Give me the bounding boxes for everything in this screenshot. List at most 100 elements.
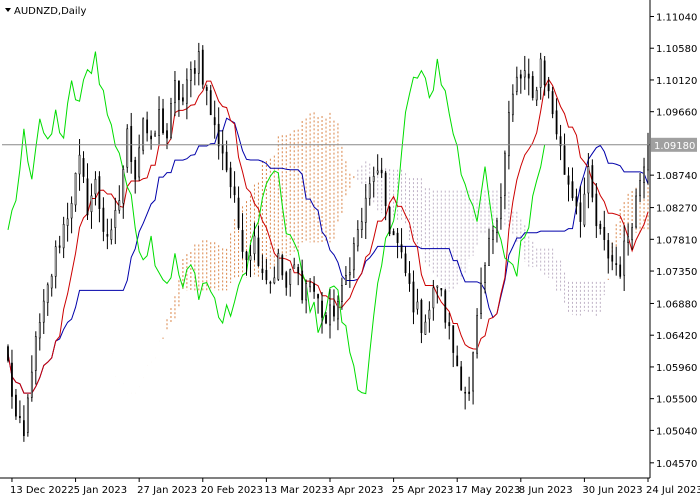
price-bar-body	[619, 264, 622, 277]
ichimoku-price-chart[interactable]: 1.11040 1.10580 1.10120 1.09660 1.08740 1.082…	[0, 0, 700, 500]
price-tick-label: 1.04570	[656, 459, 697, 470]
price-bar-body	[249, 255, 252, 261]
price-bar-body	[468, 391, 471, 394]
price-bar-body	[78, 154, 81, 175]
price-bar-body	[464, 392, 467, 394]
price-bar-body	[158, 109, 160, 136]
price-bar-body	[460, 366, 463, 391]
price-bar-body	[372, 175, 375, 182]
price-bar-body	[452, 325, 455, 353]
price-bar-body	[380, 169, 383, 174]
price-bar-body	[643, 166, 645, 183]
price-bar-body	[329, 304, 331, 326]
price-bar-body	[519, 74, 522, 79]
price-bar-body	[551, 91, 554, 115]
price-bar-body	[102, 207, 105, 232]
price-bar-body	[587, 166, 590, 194]
time-tick-label: 13 Dec 2022	[10, 485, 74, 496]
price-tick-label: 1.09660	[656, 108, 697, 119]
tenkan-sen-line	[7, 78, 649, 394]
price-bar-body	[82, 158, 85, 177]
price-bar-body	[404, 253, 407, 274]
price-bar-body	[352, 243, 355, 271]
price-bar-body	[360, 221, 363, 231]
time-tick-label: 13 Mar 2023	[264, 485, 327, 496]
price-bar-body	[607, 240, 610, 259]
price-bar-body	[221, 144, 224, 154]
price-bar-body	[639, 180, 641, 197]
price-bar-body	[106, 234, 109, 237]
price-bar-body	[325, 315, 327, 324]
price-bar-body	[527, 73, 530, 79]
price-bar-body	[261, 268, 264, 274]
price-bar-body	[146, 119, 149, 134]
price-bar-body	[189, 69, 192, 81]
time-axis: 13 Dec 2022 5 Jan 2023 27 Jan 2023 20 Feb 2…	[10, 478, 700, 496]
price-bar-body	[154, 133, 156, 137]
price-bar-body	[547, 83, 550, 92]
price-bar-body	[30, 371, 33, 398]
price-bar-body	[480, 282, 482, 314]
price-bar-body	[170, 103, 172, 138]
price-bar-body	[182, 97, 184, 102]
price-bar-body	[408, 273, 411, 284]
price-bar-body	[150, 135, 152, 140]
price-bar-body	[496, 220, 498, 234]
price-bar-body	[384, 172, 387, 206]
price-bar-body	[356, 229, 359, 247]
price-bar-body	[15, 394, 17, 417]
price-bar-body	[86, 178, 89, 216]
price-bar-body	[412, 281, 415, 313]
chart-window: 1.11040 1.10580 1.10120 1.09660 1.08740 1.082…	[0, 0, 700, 500]
price-bar-body	[114, 210, 117, 228]
price-tick-label: 1.08270	[656, 204, 697, 215]
price-bar-body	[484, 265, 486, 283]
price-tick-label: 1.10120	[656, 76, 697, 87]
current-price-label: 1.09180	[654, 141, 695, 152]
price-bar-body	[178, 80, 180, 101]
triangle-down-icon[interactable]	[5, 8, 11, 12]
price-bar-body	[523, 70, 526, 78]
price-bar-body	[341, 285, 343, 302]
price-bar-body	[50, 275, 53, 289]
price-bar-body	[58, 245, 61, 248]
price-bar-body	[416, 301, 419, 310]
price-bar-body	[392, 231, 395, 236]
price-bar-body	[142, 118, 145, 151]
price-bar-body	[7, 346, 9, 361]
price-bar-body	[229, 167, 232, 188]
price-bar-body	[26, 397, 29, 433]
price-bar-body	[321, 300, 323, 318]
price-bar-body	[237, 197, 240, 229]
price-bar-body	[233, 186, 236, 196]
price-bar-body	[273, 277, 276, 284]
price-bar-body	[444, 290, 447, 323]
price-tick-label: 1.05960	[656, 363, 697, 374]
price-tick-label: 1.11040	[656, 12, 697, 23]
time-tick-label: 3 Apr 2023	[328, 485, 383, 496]
time-tick-label: 24 Jul 2023	[646, 485, 700, 496]
price-bar-body	[66, 218, 69, 226]
price-bar-body	[42, 300, 45, 323]
price-tick-label: 1.10580	[656, 44, 697, 55]
price-bar-body	[70, 203, 73, 219]
price-bar-body	[34, 336, 37, 371]
price-bar-body	[511, 93, 514, 116]
price-bar-body	[400, 244, 403, 253]
price-bar-body	[627, 236, 630, 243]
price-bar-body	[571, 181, 574, 199]
price-axis: 1.11040 1.10580 1.10120 1.09660 1.08740 1.082…	[650, 12, 697, 470]
price-bar-body	[396, 232, 399, 244]
price-bar-body	[500, 197, 502, 220]
price-bar-body	[241, 229, 244, 252]
price-bar-body	[615, 263, 618, 265]
price-bar-body	[130, 126, 133, 162]
price-tick-label: 1.05500	[656, 395, 697, 406]
price-bar-body	[567, 175, 570, 185]
price-bar-body	[456, 355, 459, 367]
time-tick-label: 20 Feb 2023	[201, 485, 263, 496]
price-bar-body	[424, 321, 427, 335]
price-bar-body	[531, 76, 534, 98]
price-bar-body	[555, 110, 558, 135]
price-bar-body	[166, 130, 168, 139]
